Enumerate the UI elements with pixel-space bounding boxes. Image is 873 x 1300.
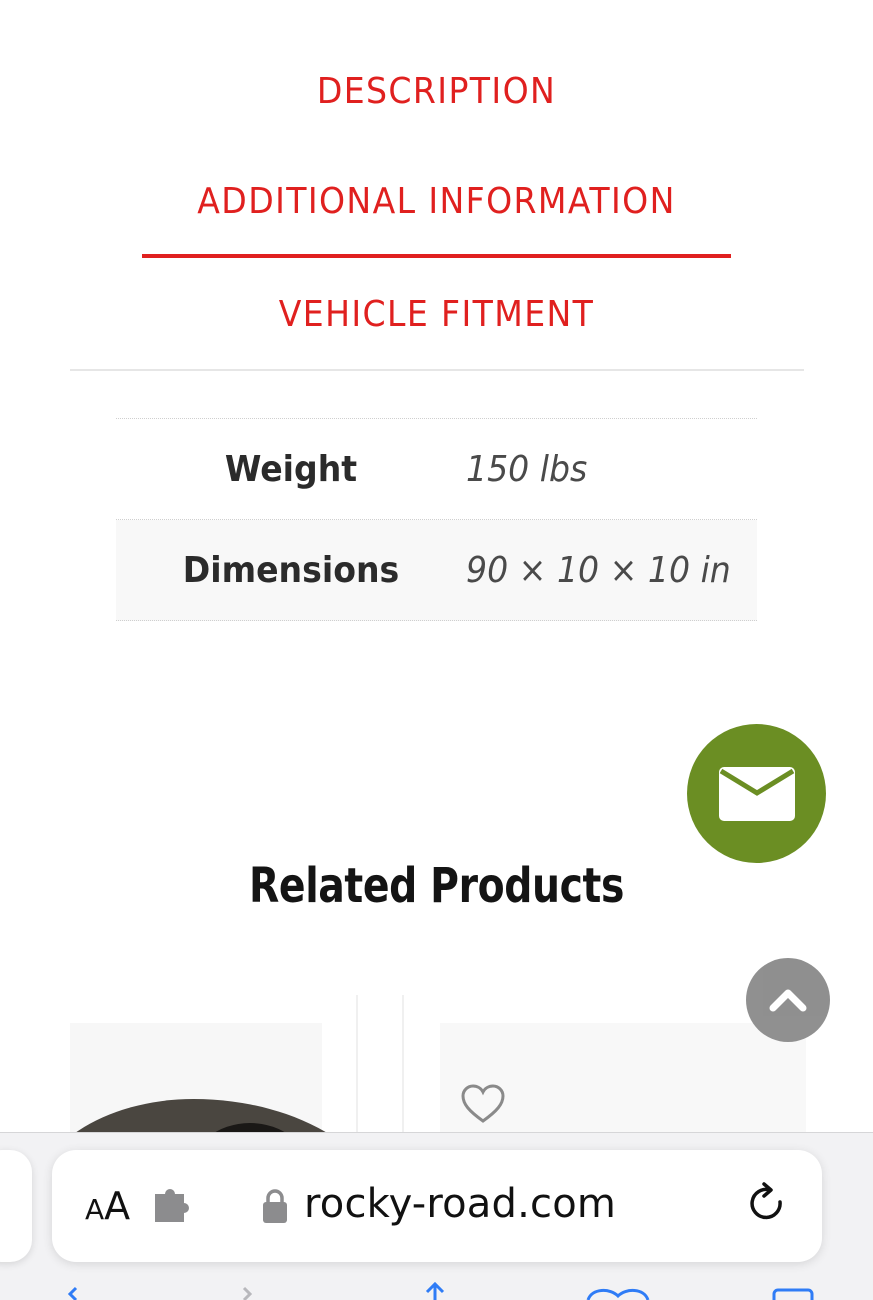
related-products-title: Related Products — [249, 858, 624, 914]
forward-icon[interactable] — [238, 1280, 258, 1300]
active-tab-underline — [142, 254, 731, 258]
envelope-icon — [718, 766, 795, 821]
reader-settings-button[interactable]: AA — [85, 1184, 130, 1228]
scroll-to-top-button[interactable] — [746, 958, 830, 1042]
lock-icon — [263, 1189, 287, 1223]
product-image-shape — [70, 1099, 356, 1135]
attribute-label: Dimensions — [182, 549, 400, 591]
wishlist-heart-icon[interactable] — [461, 1084, 505, 1124]
product-image[interactable] — [70, 1023, 356, 1135]
browser-bottom-icons — [0, 1280, 873, 1300]
tabs-icon[interactable] — [772, 1280, 814, 1300]
tab-description[interactable]: DESCRIPTION — [35, 74, 838, 110]
table-row: Weight 150 lbs — [116, 419, 757, 520]
contact-mail-button[interactable] — [687, 724, 826, 863]
additional-information-table: Weight 150 lbs Dimensions 90 × 10 × 10 i… — [116, 418, 757, 621]
chevron-up-icon — [769, 989, 807, 1012]
attribute-value: 150 lbs — [466, 448, 588, 490]
attribute-label: Weight — [224, 448, 358, 490]
tabs-divider — [70, 369, 804, 371]
previous-tab-pill[interactable] — [0, 1150, 32, 1262]
back-icon[interactable] — [62, 1280, 82, 1300]
tab-additional-information[interactable]: ADDITIONAL INFORMATION — [35, 184, 838, 220]
share-icon[interactable] — [420, 1280, 450, 1300]
extension-icon[interactable] — [152, 1188, 196, 1224]
tab-vehicle-fitment[interactable]: VEHICLE FITMENT — [35, 297, 838, 333]
bookmarks-icon[interactable] — [586, 1280, 650, 1300]
related-product-card[interactable] — [70, 995, 358, 1135]
reload-icon[interactable] — [746, 1182, 790, 1228]
table-row: Dimensions 90 × 10 × 10 in — [116, 520, 757, 621]
url-text[interactable]: rocky-road.com — [304, 1181, 616, 1227]
attribute-value: 90 × 10 × 10 in — [466, 549, 731, 591]
